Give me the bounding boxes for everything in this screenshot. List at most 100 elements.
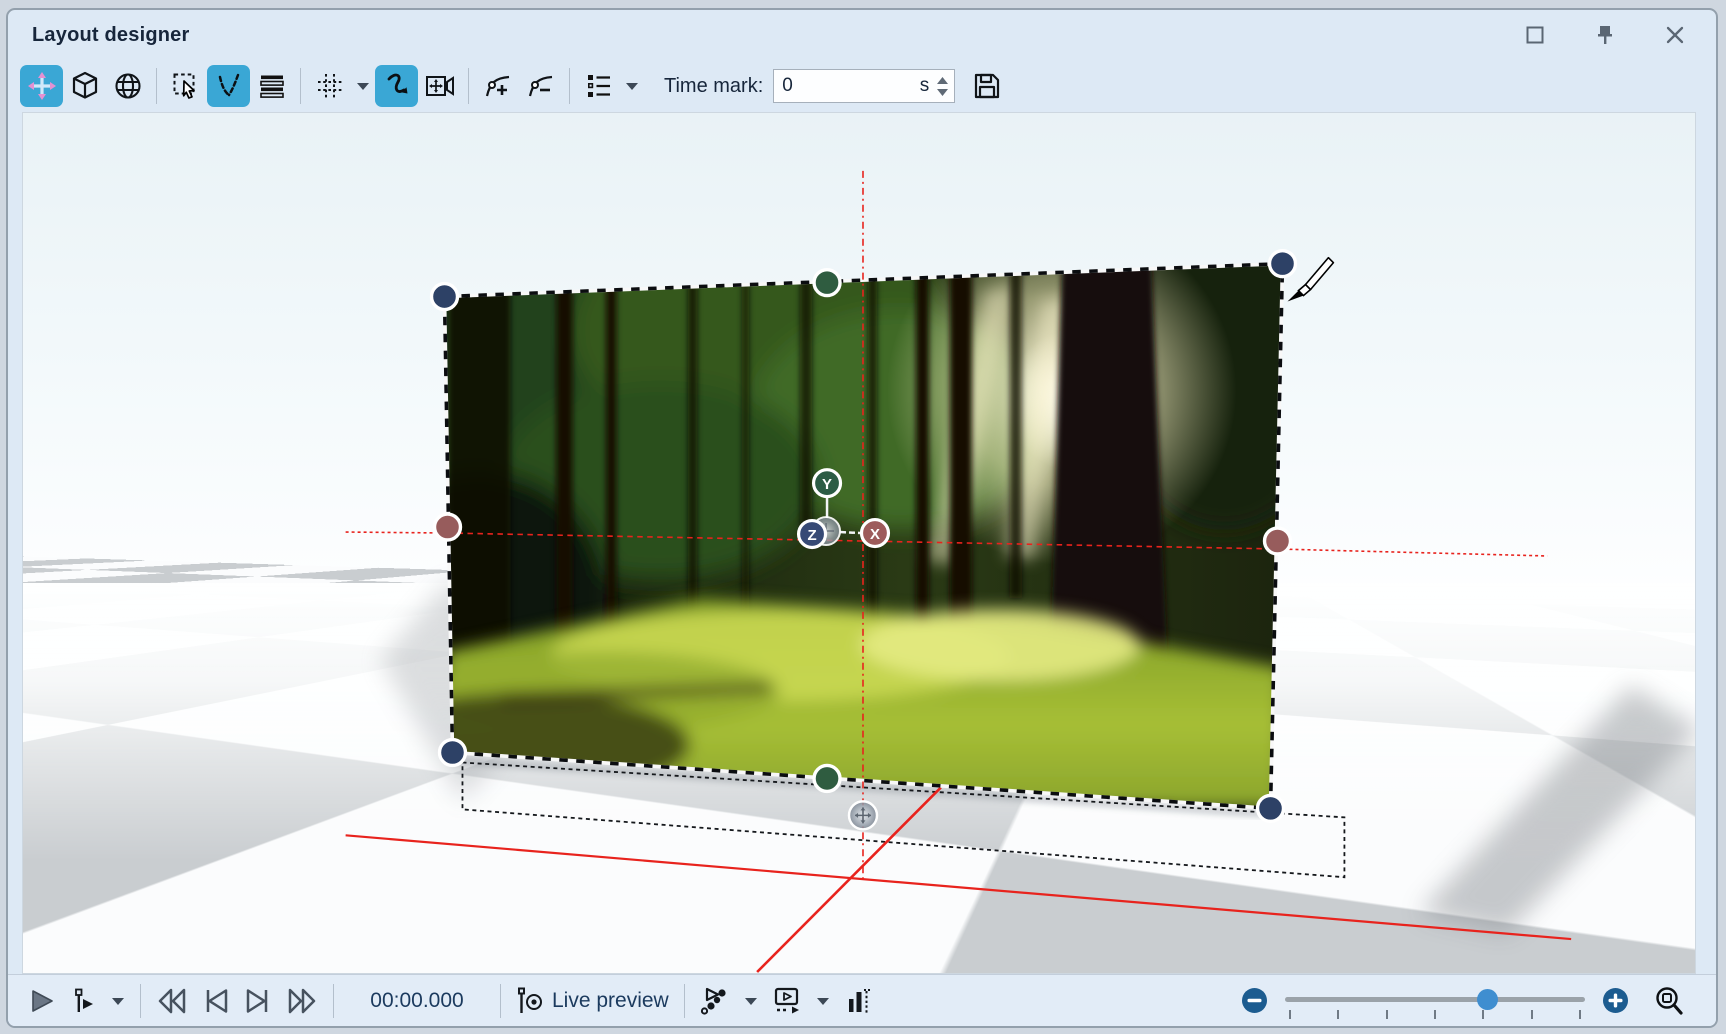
s-curve-icon (381, 70, 413, 102)
object-list-icon (583, 70, 615, 102)
dashed-curve-button[interactable] (207, 65, 250, 107)
layout-canvas[interactable]: Y Z X (22, 112, 1696, 974)
floor-axis-x-line (346, 835, 1572, 939)
time-mark-input[interactable] (782, 75, 872, 97)
camera-move-icon (423, 70, 457, 102)
play-from-marker-button[interactable] (62, 981, 104, 1021)
toolbar: Time mark: s (8, 60, 1716, 112)
cube-3d-icon (69, 70, 101, 102)
cube-3d-button[interactable] (63, 65, 106, 107)
fast-forward-button[interactable] (279, 981, 325, 1021)
spinner-down-icon[interactable] (937, 89, 948, 96)
motion-path-dropdown[interactable] (737, 981, 765, 1021)
frame-preview-button[interactable] (765, 981, 809, 1021)
keyframe-remove-icon (525, 70, 557, 102)
gizmo-x-handle[interactable]: X (861, 520, 888, 547)
select-object-button[interactable] (164, 65, 207, 107)
stats-bars-icon (844, 986, 872, 1016)
handle-bottom-center[interactable] (814, 765, 840, 791)
chevron-down-icon (111, 996, 125, 1006)
camera-move-button[interactable] (418, 65, 461, 107)
play-options-dropdown[interactable] (104, 981, 132, 1021)
canvas-overlay: Y Z X (23, 113, 1695, 973)
zoom-in-button[interactable] (1595, 981, 1636, 1021)
zoom-fit-icon (1653, 985, 1685, 1017)
handle-top-center[interactable] (814, 270, 840, 296)
horizontal-guide-left (346, 532, 448, 533)
depth-sphere-handle[interactable] (849, 801, 877, 829)
rewind-icon (156, 988, 188, 1014)
frame-preview-icon (772, 986, 802, 1016)
live-preview-toggle[interactable]: Live preview (509, 981, 676, 1021)
handle-bottom-left[interactable] (440, 740, 466, 766)
next-frame-icon (244, 988, 272, 1014)
handle-top-right[interactable] (1270, 251, 1296, 277)
spinner-up-icon[interactable] (937, 77, 948, 84)
live-preview-eye-icon (516, 986, 546, 1016)
zoom-in-icon (1602, 987, 1629, 1014)
zoom-slider-track[interactable] (1285, 997, 1585, 1002)
layout-designer-window: Layout designer (6, 8, 1718, 1028)
stats-button[interactable] (837, 981, 879, 1021)
maximize-icon (1525, 25, 1545, 45)
play-icon (29, 988, 55, 1014)
grid-options-dropdown[interactable] (351, 65, 375, 107)
forest-image-object[interactable] (351, 191, 1345, 810)
zoom-slider-thumb[interactable] (1477, 989, 1498, 1010)
maximize-button[interactable] (1520, 20, 1550, 50)
time-mark-label: Time mark: (664, 75, 763, 98)
move-tool-icon (26, 70, 58, 102)
add-keyframe-button[interactable] (476, 65, 519, 107)
chevron-down-icon (744, 996, 758, 1006)
chevron-down-icon (816, 996, 830, 1006)
handle-mid-right[interactable] (1265, 528, 1291, 554)
play-from-marker-icon (69, 987, 97, 1015)
grid-button[interactable] (308, 65, 351, 107)
layers-icon (256, 70, 288, 102)
handle-mid-left[interactable] (435, 514, 461, 540)
zoom-controls (1234, 981, 1692, 1021)
motion-path-button[interactable] (693, 981, 737, 1021)
gizmo-y-handle[interactable]: Y (814, 470, 841, 497)
time-mark-field: s (773, 69, 955, 103)
fast-forward-icon (286, 988, 318, 1014)
horizontal-guide-right (1277, 549, 1547, 556)
move-tool-button[interactable] (20, 65, 63, 107)
close-button[interactable] (1660, 20, 1690, 50)
zoom-out-button[interactable] (1234, 981, 1275, 1021)
object-list-dropdown[interactable] (620, 65, 644, 107)
save-layout-button[interactable] (965, 65, 1008, 107)
gizmo-y-label: Y (822, 476, 832, 493)
remove-keyframe-button[interactable] (519, 65, 562, 107)
live-preview-label: Live preview (552, 989, 669, 1013)
zoom-out-icon (1241, 987, 1268, 1014)
next-frame-button[interactable] (237, 981, 279, 1021)
zoom-slider[interactable] (1285, 986, 1585, 1016)
globe-button[interactable] (106, 65, 149, 107)
gizmo-x-label: X (870, 526, 880, 543)
zoom-fit-button[interactable] (1646, 981, 1692, 1021)
time-mark-unit: s (920, 75, 936, 97)
object-list-button[interactable] (577, 65, 620, 107)
pin-button[interactable] (1590, 20, 1620, 50)
save-icon (971, 70, 1003, 102)
rewind-button[interactable] (149, 981, 195, 1021)
gizmo-z-label: Z (807, 527, 816, 544)
frame-preview-dropdown[interactable] (809, 981, 837, 1021)
zoom-slider-ticks (1289, 1010, 1581, 1019)
grid-icon (314, 70, 346, 102)
globe-icon (112, 70, 144, 102)
transport-bar: 00:00.000 Live preview (8, 974, 1716, 1026)
layers-button[interactable] (250, 65, 293, 107)
handle-bottom-right[interactable] (1258, 795, 1284, 821)
dashed-curve-icon (213, 70, 245, 102)
chevron-down-icon (356, 81, 370, 91)
previous-frame-button[interactable] (195, 981, 237, 1021)
s-curve-button[interactable] (375, 65, 418, 107)
play-button[interactable] (22, 981, 62, 1021)
close-icon (1665, 25, 1685, 45)
handle-top-left[interactable] (432, 284, 458, 310)
window-title: Layout designer (32, 24, 189, 47)
chevron-down-icon (625, 81, 639, 91)
gizmo-z-handle[interactable]: Z (799, 521, 826, 548)
